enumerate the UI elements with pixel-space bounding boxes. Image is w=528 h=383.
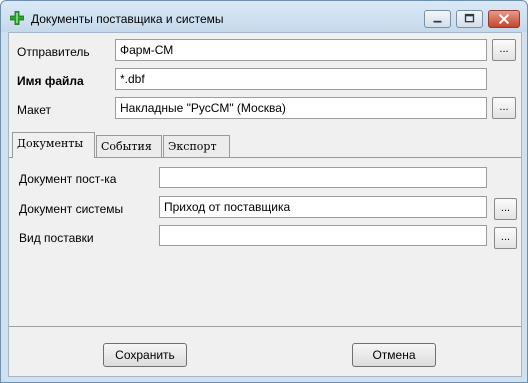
supplier-doc-label: Документ пост-ка [19,172,117,186]
sender-label: Отправитель [17,45,90,59]
maximize-button[interactable] [456,10,483,28]
layout-label: Макет [17,103,51,117]
filename-field[interactable]: *.dbf [115,68,487,90]
close-icon [498,13,510,25]
button-bar-divider [9,326,521,327]
green-cross-icon [10,11,24,25]
sender-field[interactable]: Фарм-СМ [115,39,487,61]
supplier-doc-field[interactable] [159,167,487,188]
delivery-type-field[interactable] [159,225,487,246]
delivery-type-browse-button[interactable]: ... [494,227,517,249]
dialog-window: Документы поставщика и системы Отправите… [0,0,528,383]
filename-label: Имя файла [17,74,84,88]
system-doc-browse-button[interactable]: ... [494,198,517,220]
tab-events[interactable]: События [96,135,162,157]
system-doc-field[interactable]: Приход от поставщика [159,196,487,218]
layout-browse-button[interactable]: ... [492,97,516,119]
dialog-client-area: Отправитель Фарм-СМ ... Имя файла *.dbf … [8,32,522,377]
minimize-button[interactable] [424,10,451,28]
save-button[interactable]: Сохранить [103,343,187,367]
title-bar[interactable]: Документы поставщика и системы [1,1,527,32]
delivery-type-label: Вид поставки [19,231,94,245]
cancel-button[interactable]: Отмена [352,343,436,367]
tab-export[interactable]: Экспорт [163,135,230,157]
maximize-icon [464,13,475,23]
sender-browse-button[interactable]: ... [492,39,516,61]
window-title: Документы поставщика и системы [31,12,224,26]
minimize-icon [433,20,442,23]
tab-panel-documents: Документ пост-ка Документ системы Приход… [9,157,521,326]
layout-field[interactable]: Накладные "РусСМ" (Москва) [115,97,487,119]
tab-documents[interactable]: Документы [12,132,95,158]
close-button[interactable] [488,10,520,28]
system-doc-label: Документ системы [19,202,124,216]
